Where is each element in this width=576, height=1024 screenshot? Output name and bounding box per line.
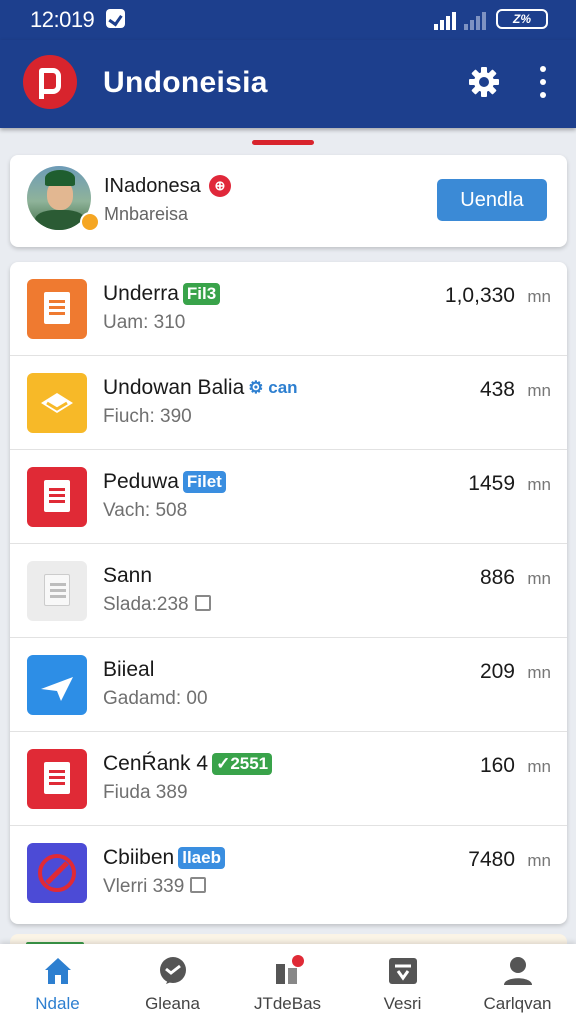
item-title: Sann: [103, 564, 153, 587]
list-item[interactable]: Peduwa Filet Vach: 508 1459 mn: [10, 450, 567, 544]
list-item[interactable]: Cbiiben llaeb Vlerri 339 7480 mn: [10, 826, 567, 920]
item-unit: mn: [527, 381, 551, 400]
avatar-badge-icon: [80, 212, 100, 232]
item-title: Underra Fil3: [103, 282, 221, 306]
item-subtitle: Vach: 508: [103, 500, 188, 521]
signal-icon: [434, 10, 490, 30]
battery-icon: Z%: [496, 9, 548, 29]
item-subtitle: Slada:238: [103, 594, 211, 616]
item-title: Cbiiben llaeb: [103, 846, 225, 870]
nav-label: JTdeBas: [253, 994, 322, 1013]
profile-action-button[interactable]: Uendla: [437, 179, 547, 221]
nav-item-stats[interactable]: JTdeBas: [230, 944, 345, 1024]
chat-icon: [160, 957, 186, 984]
item-title: Undowan Balia ⚙ can: [103, 376, 298, 399]
send-icon: [27, 655, 87, 715]
document-icon: [27, 467, 87, 527]
list-item[interactable]: CenŔank 4 ✓2551 Fiuda 389 160 mn: [10, 732, 567, 826]
item-badge: llaeb: [178, 847, 225, 869]
notification-icon: [106, 9, 125, 28]
item-badge: ⚙ can: [248, 378, 298, 397]
profile-name: INadonesa: [104, 175, 201, 197]
nav-label: Carlqvan: [483, 994, 552, 1013]
list-item[interactable]: Undowan Balia ⚙ can Fiuch: 390 438 mn: [10, 356, 567, 450]
nav-item-home[interactable]: Ndale: [0, 944, 115, 1024]
nav-item-inbox[interactable]: Vesri: [345, 944, 460, 1024]
inbox-icon: [389, 958, 417, 984]
item-subtitle: Fiuch: 390: [103, 406, 192, 427]
settings-button[interactable]: [464, 62, 504, 102]
tab-indicator: [252, 140, 314, 145]
nav-item-chat[interactable]: Gleana: [115, 944, 230, 1024]
item-list: Underra Fil3 Uam: 310 1,0,330 mn Undowan …: [10, 262, 567, 924]
stats-icon: [276, 955, 304, 984]
item-unit: mn: [527, 663, 551, 682]
nav-label: Vesri: [383, 994, 422, 1013]
compass-icon: [27, 843, 87, 903]
status-time: 12:019: [30, 7, 95, 32]
item-value: 209: [479, 660, 515, 683]
item-value: 886: [479, 566, 515, 589]
page-title: Undoneisia: [103, 66, 268, 99]
item-unit: mn: [527, 287, 551, 306]
app-bar: Undoneisia: [0, 40, 576, 128]
item-unit: mn: [527, 757, 551, 776]
note-icon: [27, 279, 87, 339]
nav-label: Gleana: [145, 994, 200, 1013]
item-subtitle: Gadamd: 00: [103, 688, 208, 709]
profile-card: INadonesa ⊕ Mnbareisa Uendla: [10, 155, 567, 247]
envelope-icon: [27, 373, 87, 433]
item-subtitle: Fiuda 389: [103, 782, 188, 803]
document-icon: [27, 749, 87, 809]
bottom-nav: Ndale Gleana JTdeBas Vesri Carlqvan: [0, 944, 576, 1024]
item-value: 1,0,330: [444, 284, 515, 307]
item-badge: Filet: [182, 471, 226, 493]
more-options-button[interactable]: [528, 62, 558, 102]
item-unit: mn: [527, 569, 551, 588]
file-icon: [27, 561, 87, 621]
item-subtitle: Uam: 310: [103, 312, 186, 333]
flag-icon: ⊕: [209, 175, 231, 197]
attachment-icon: [190, 877, 207, 893]
item-value: 160: [479, 754, 515, 777]
item-value: 438: [479, 378, 515, 401]
status-bar: 12:019 Z%: [0, 0, 576, 40]
nav-item-profile[interactable]: Carlqvan: [460, 944, 575, 1024]
list-item[interactable]: Biieal Gadamd: 00 209 mn: [10, 638, 567, 732]
list-item[interactable]: Underra Fil3 Uam: 310 1,0,330 mn: [10, 262, 567, 356]
item-unit: mn: [527, 475, 551, 494]
item-title: Peduwa Filet: [103, 470, 226, 494]
person-icon: [504, 957, 532, 985]
nav-label: Ndale: [35, 994, 80, 1013]
app-logo: [23, 55, 77, 109]
home-icon: [45, 958, 71, 984]
item-unit: mn: [527, 851, 551, 870]
profile-subtitle: Mnbareisa: [104, 204, 189, 224]
gear-icon: [469, 67, 499, 97]
item-value: 1459: [468, 472, 515, 495]
item-badge: Fil3: [182, 283, 221, 305]
item-badge: ✓2551: [212, 753, 273, 775]
item-title: Biieal: [103, 658, 155, 681]
list-item[interactable]: Sann Slada:238 886 mn: [10, 544, 567, 638]
item-title: CenŔank 4 ✓2551: [103, 752, 273, 776]
attachment-icon: [194, 595, 211, 611]
item-value: 7480: [468, 848, 515, 871]
item-subtitle: Vlerri 339: [103, 876, 207, 898]
